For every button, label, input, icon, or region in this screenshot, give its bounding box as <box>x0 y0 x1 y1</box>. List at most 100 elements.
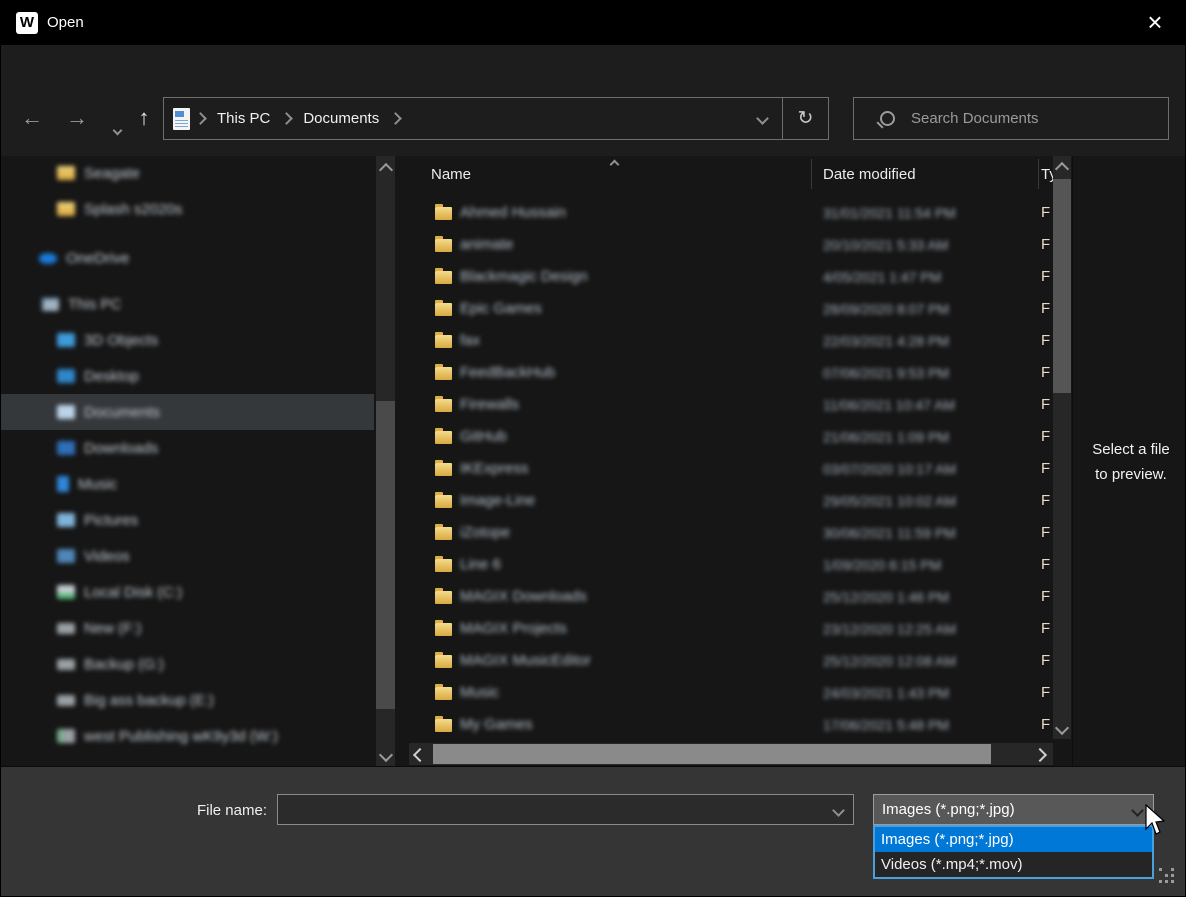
date-modified-cell: 24/03/2021 1:43 PM <box>823 685 949 701</box>
sidebar-item[interactable]: Pictures <box>1 502 401 538</box>
sidebar-item-content: Splash s2020s <box>57 201 182 218</box>
date-modified-cell: 28/09/2020 8:07 PM <box>823 301 949 317</box>
date-modified-cell: 25/12/2020 12:08 AM <box>823 653 956 669</box>
file-name-label: File name: <box>151 802 267 819</box>
sidebar-item-icon <box>57 369 75 383</box>
sidebar-item[interactable]: Big ass backup (E:) <box>1 682 401 718</box>
folder-icon <box>435 367 452 380</box>
column-separator[interactable] <box>1038 159 1039 189</box>
sidebar-item-label: Seagate <box>84 165 140 182</box>
sidebar-item-icon <box>57 623 75 634</box>
sidebar-item-label: Videos <box>84 548 130 565</box>
file-name-input[interactable] <box>282 797 826 823</box>
type-cell: File folder <box>1041 716 1051 733</box>
sidebar-item-icon <box>57 202 75 216</box>
sidebar-item-icon <box>57 585 75 599</box>
list-vertical-scrollbar[interactable] <box>1053 156 1071 739</box>
type-cell: File folder <box>1041 364 1051 381</box>
sidebar-item[interactable]: Desktop <box>1 358 401 394</box>
sidebar-item[interactable]: 3D Objects <box>1 322 401 358</box>
file-list-row[interactable]: MAGIX MusicEditor 25/12/2020 12:08 AM Fi… <box>409 645 1053 677</box>
file-name-combobox[interactable] <box>277 794 854 825</box>
sidebar-item-label: Desktop <box>84 368 139 385</box>
type-cell: File folder <box>1041 492 1051 509</box>
column-separator[interactable] <box>811 159 812 189</box>
file-list-row[interactable]: FeedBackHub 07/06/2021 9:53 PM File fold… <box>409 357 1053 389</box>
file-list-row[interactable]: iZotope 30/06/2021 11:59 PM File folder <box>409 517 1053 549</box>
type-cell: File folder <box>1041 524 1051 541</box>
chevron-down-icon[interactable] <box>1131 804 1144 817</box>
scroll-up-icon[interactable] <box>1055 162 1069 176</box>
sidebar-item-label: west Publishing wK9y3d (W:) <box>84 728 278 745</box>
sidebar-item[interactable]: OneDrive <box>1 240 401 276</box>
sidebar-item[interactable]: Splash s2020s <box>1 191 401 227</box>
file-list-row[interactable]: IKExpress 03/07/2020 10:17 AM File folde… <box>409 453 1053 485</box>
file-list-row[interactable]: Image-Line 29/05/2021 10:02 AM File fold… <box>409 485 1053 517</box>
file-list-row[interactable]: MAGIX Downloads 25/12/2020 1:46 PM File … <box>409 581 1053 613</box>
file-list-row[interactable]: GitHub 21/06/2021 1:09 PM File folder <box>409 421 1053 453</box>
sort-ascending-icon <box>611 155 618 172</box>
file-list-row[interactable]: My Games 17/06/2021 5:48 PM File folder <box>409 709 1053 741</box>
file-type-dropdown: Images (*.png;*.jpg) Videos (*.mp4;*.mov… <box>873 825 1154 879</box>
scroll-down-icon[interactable] <box>1055 721 1069 735</box>
file-list-row[interactable]: Blackmagic Design 4/05/2021 1:47 PM File… <box>409 261 1053 293</box>
sidebar-item[interactable]: Local Disk (C:) <box>1 574 401 610</box>
type-cell: File folder <box>1041 556 1051 573</box>
sidebar-item[interactable]: Music <box>1 466 401 502</box>
file-name-cell: MAGIX Downloads <box>460 588 587 605</box>
date-modified-cell: 29/05/2021 10:02 AM <box>823 493 956 509</box>
list-horizontal-thumb[interactable] <box>433 744 991 764</box>
file-name-cell: Blackmagic Design <box>460 268 588 285</box>
sidebar-scrollbar-thumb[interactable] <box>376 401 395 709</box>
sidebar-item-label: Splash s2020s <box>84 201 182 218</box>
file-type-combobox[interactable]: Images (*.png;*.jpg) <box>873 794 1154 825</box>
file-list-row[interactable]: Epic Games 28/09/2020 8:07 PM File folde… <box>409 293 1053 325</box>
sidebar-item[interactable]: Videos <box>1 538 401 574</box>
scroll-down-icon[interactable] <box>379 748 393 762</box>
sidebar-item-label: Big ass backup (E:) <box>84 692 214 709</box>
sidebar-item[interactable]: Documents <box>1 394 374 430</box>
date-modified-cell: 03/07/2020 10:17 AM <box>823 461 956 477</box>
file-list-row[interactable]: Ahmed Hussain 31/01/2021 11:54 PM File f… <box>409 197 1053 229</box>
sidebar-item-content: Pictures <box>57 512 138 529</box>
sidebar-item-label: OneDrive <box>66 250 129 267</box>
close-button[interactable]: × <box>1137 7 1173 39</box>
dialog-footer: File name: Images (*.png;*.jpg) Images (… <box>1 766 1185 897</box>
file-list-row[interactable]: animate 20/10/2021 5:33 AM File folder <box>409 229 1053 261</box>
sidebar-item-icon <box>57 441 75 455</box>
file-type-option[interactable]: Images (*.png;*.jpg) <box>875 827 1152 852</box>
file-list-row[interactable]: MAGIX Projects 23/12/2020 12:25 AM File … <box>409 613 1053 645</box>
sidebar-item[interactable]: New (F:) <box>1 610 401 646</box>
file-list-row[interactable]: Music 24/03/2021 1:43 PM File folder <box>409 677 1053 709</box>
type-cell: File folder <box>1041 460 1051 477</box>
folder-icon <box>435 271 452 284</box>
file-name-cell: Line 6 <box>460 556 501 573</box>
sidebar-item[interactable]: west Publishing wK9y3d (W:) <box>1 718 401 754</box>
scroll-left-icon[interactable] <box>413 748 427 762</box>
navigation-bar: ← → ↑ This PC Documents ↻ <box>1 45 1185 101</box>
folder-icon <box>435 207 452 220</box>
sidebar-scrollbar[interactable] <box>376 156 395 766</box>
folder-icon <box>435 719 452 732</box>
sidebar-item[interactable]: Backup (G:) <box>1 646 401 682</box>
list-horizontal-scrollbar[interactable] <box>409 743 1053 765</box>
sidebar-item-content: New (F:) <box>57 620 142 637</box>
sidebar-item[interactable]: Downloads <box>1 430 401 466</box>
sidebar-item[interactable]: Seagate <box>1 156 401 191</box>
column-header-date-modified[interactable]: Date modified <box>823 156 916 194</box>
list-scrollbar-thumb[interactable] <box>1053 179 1071 393</box>
folder-icon <box>435 527 452 540</box>
dialog-content: Seagate Splash s2020s OneDri <box>1 156 1185 766</box>
file-type-option[interactable]: Videos (*.mp4;*.mov) <box>875 852 1152 877</box>
file-list-row[interactable]: fax 22/03/2021 4:28 PM File folder <box>409 325 1053 357</box>
chevron-down-icon[interactable] <box>832 804 845 817</box>
type-cell: File folder <box>1041 268 1051 285</box>
column-header-name[interactable]: Name <box>431 156 471 194</box>
resize-grip-icon[interactable] <box>1159 868 1177 886</box>
sidebar-item[interactable]: This PC <box>1 286 401 322</box>
scroll-right-icon[interactable] <box>1033 748 1047 762</box>
scroll-up-icon[interactable] <box>379 163 393 177</box>
date-modified-cell: 21/06/2021 1:09 PM <box>823 429 949 445</box>
file-list-row[interactable]: Line 6 1/09/2020 6:15 PM File folder <box>409 549 1053 581</box>
file-list-row[interactable]: Firewalls 11/06/2021 10:47 AM File folde… <box>409 389 1053 421</box>
